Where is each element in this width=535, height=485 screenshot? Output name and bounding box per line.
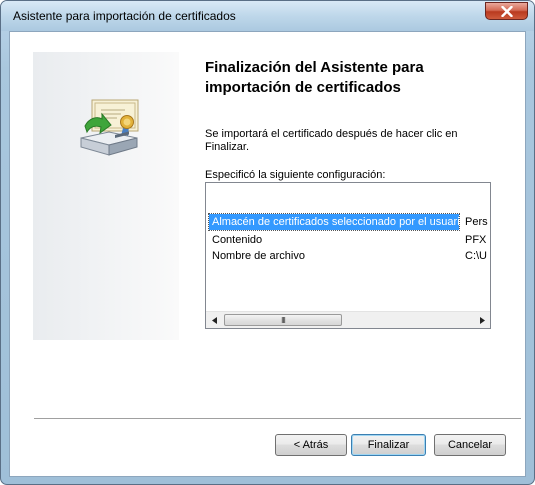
title-bar[interactable]: Asistente para importación de certificad… (1, 1, 534, 31)
setting-value: Pers (465, 216, 488, 228)
finish-button[interactable]: Finalizar (351, 434, 426, 456)
wizard-page: Finalización del Asistente para importac… (9, 31, 526, 477)
arrow-right-icon (479, 316, 485, 324)
page-heading-line-1: Finalización del Asistente para (205, 59, 424, 76)
list-item[interactable]: Almacén de certificados seleccionado por… (206, 213, 490, 231)
certificate-import-icon (80, 99, 139, 156)
back-button[interactable]: < Atrás (275, 434, 347, 456)
setting-name: Almacén de certificados seleccionado por… (208, 213, 460, 231)
page-description: Se importará el certificado después de h… (205, 128, 458, 153)
page-heading-line-2: importación de certificados (205, 79, 401, 96)
arrow-left-icon (211, 316, 217, 324)
configuration-list[interactable]: Almacén de certificados seleccionado por… (205, 182, 491, 329)
cancel-button[interactable]: Cancelar (434, 434, 506, 456)
wizard-side-panel (33, 52, 179, 340)
setting-name: Nombre de archivo (212, 250, 305, 262)
horizontal-scrollbar[interactable]: III (206, 311, 490, 328)
setting-value: C:\U (465, 250, 487, 262)
wizard-window: Asistente para importación de certificad… (0, 0, 535, 485)
setting-name: Contenido (212, 234, 263, 246)
close-button[interactable] (485, 2, 528, 20)
page-heading: Finalización del Asistente para importac… (205, 58, 505, 98)
window-title: Asistente para importación de certificad… (13, 9, 236, 23)
scroll-left-button[interactable] (206, 312, 223, 328)
scroll-grip: III (281, 315, 286, 325)
close-icon (500, 5, 513, 17)
configuration-label: Especificó la siguiente configuración: (205, 169, 386, 181)
list-item[interactable]: Nombre de archivo C:\U (206, 248, 490, 264)
setting-value: PFX (465, 234, 487, 246)
list-item[interactable]: Contenido PFX (206, 232, 490, 248)
button-separator (34, 418, 521, 420)
scroll-right-button[interactable] (473, 312, 490, 328)
scroll-thumb[interactable]: III (224, 314, 342, 326)
